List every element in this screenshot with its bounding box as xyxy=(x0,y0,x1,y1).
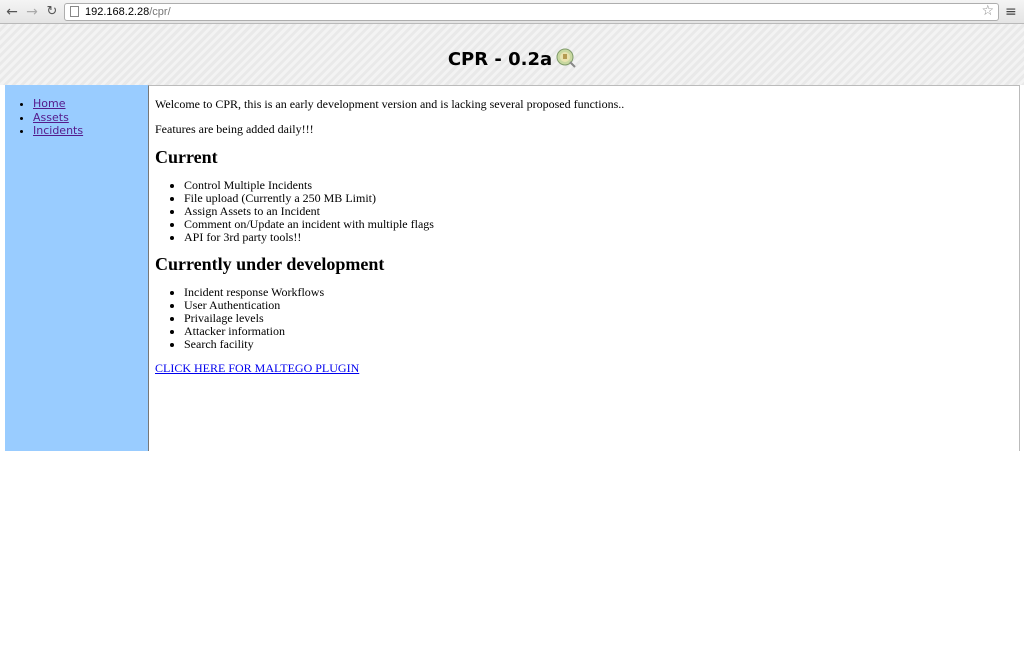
current-features-list: Control Multiple Incidents File upload (… xyxy=(155,179,1019,244)
sidebar-item-incidents: Incidents xyxy=(33,124,83,138)
list-item: API for 3rd party tools!! xyxy=(184,231,1019,244)
sidebar: Home Assets Incidents xyxy=(5,85,148,451)
maltego-plugin-link[interactable]: CLICK HERE FOR MALTEGO PLUGIN xyxy=(155,361,359,375)
url-text: 192.168.2.28/cpr/ xyxy=(85,6,171,18)
list-item: Search facility xyxy=(184,338,1019,351)
sidebar-item-assets: Assets xyxy=(33,111,83,125)
forward-arrow-icon[interactable]: → xyxy=(24,3,40,21)
sidebar-item-home: Home xyxy=(33,97,83,111)
page-icon xyxy=(70,6,79,17)
list-item: Incident response Workflows xyxy=(184,286,1019,299)
incidents-link[interactable]: Incidents xyxy=(33,124,83,137)
browser-toolbar: ← → ↻ 192.168.2.28/cpr/ ☆ ≡ xyxy=(0,0,1024,24)
list-item: Privailage levels xyxy=(184,312,1019,325)
assets-link[interactable]: Assets xyxy=(33,111,69,124)
bookmark-star-icon[interactable]: ☆ xyxy=(981,3,994,19)
list-item: Comment on/Update an incident with multi… xyxy=(184,218,1019,231)
site-title: CPR - 0.2a xyxy=(0,48,1024,70)
features-note: Features are being added daily!!! xyxy=(155,122,314,136)
dev-heading: Currently under development xyxy=(155,254,385,274)
back-arrow-icon[interactable]: ← xyxy=(4,3,20,21)
logo-icon xyxy=(556,48,576,68)
intro-text: Welcome to CPR, this is an early develop… xyxy=(155,97,625,111)
current-heading: Current xyxy=(155,147,218,167)
page-header: CPR - 0.2a xyxy=(0,24,1024,85)
sidebar-nav: Home Assets Incidents xyxy=(5,97,83,138)
list-item: Attacker information xyxy=(184,325,1019,338)
address-bar[interactable]: 192.168.2.28/cpr/ ☆ xyxy=(64,3,999,21)
menu-icon[interactable]: ≡ xyxy=(1005,3,1019,21)
reload-icon[interactable]: ↻ xyxy=(44,3,60,21)
main-content: Welcome to CPR, this is an early develop… xyxy=(148,85,1020,451)
list-item: User Authentication xyxy=(184,299,1019,312)
dev-features-list: Incident response Workflows User Authent… xyxy=(155,286,1019,351)
home-link[interactable]: Home xyxy=(33,97,65,110)
